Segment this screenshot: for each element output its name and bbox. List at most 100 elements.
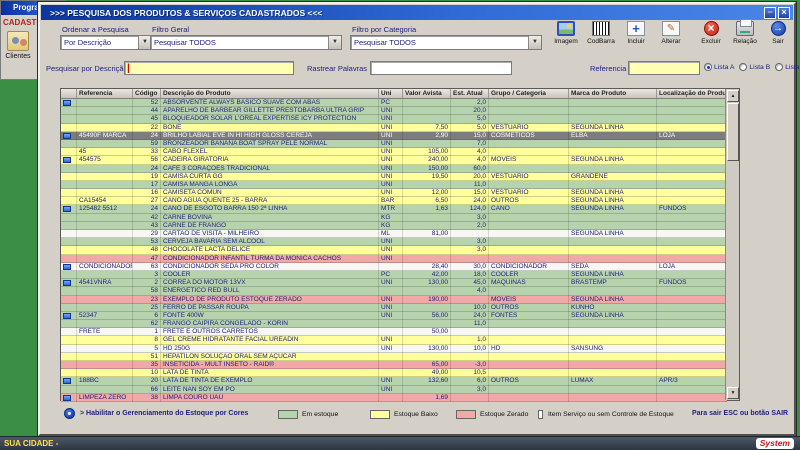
table-row[interactable]: 44 APARELHO DE BARBEAR GILLETTE PRESTOBAR… [61,107,727,116]
window-titlebar[interactable]: >>> PESQUISA DOS PRODUTOS & SERVIÇOS CAD… [41,5,793,20]
legend-em-estoque-label: Em estoque [302,411,339,418]
table-row[interactable]: 53 CERVEJA BAVARIA SEM ALCOOL UNI 3,0 [61,238,727,247]
alterar-button[interactable]: Alterar [655,21,687,58]
sair-button[interactable]: Sair [762,21,794,58]
cell-desc: CARNE BOVINA [161,213,379,222]
table-row[interactable]: 48 CHOCOLATE LACTA DELICE UNI 3,0 [61,246,727,255]
table-row[interactable]: 59 BRONZEADOR BANANA BOAT SPRAY PELE NORM… [61,139,727,149]
table-row[interactable]: 52 ABSORVENTE ALWAYS BASICO SUAVE COM ABA… [61,99,727,108]
cell-mar [569,139,657,149]
imagem-button[interactable]: Imagem [550,21,582,58]
table-row[interactable]: 17 CAMISA MANGA LONGA UNI 11,0 [61,180,727,190]
pesquisar-descricao-input[interactable] [124,61,294,75]
table-row[interactable]: 16 CAMISETA COMUN UNI 12,00 15,0 VESTUARIO SEG… [61,189,727,198]
cell-est: -3,0 [451,361,489,370]
table-row[interactable]: 10 LATA DE TINTA 49,00 10,5 [61,369,727,378]
radio-lista-b[interactable]: Lista B [739,63,770,71]
rastrear-input[interactable] [370,61,512,75]
table-row[interactable]: 125482 5512 24 CANO DE ESGOTO BARRA 150 2ª… [61,205,727,214]
codbarra-button[interactable]: CodBarra [585,21,617,58]
cell-desc: BRILHO LABIAL EVE IN HI HIGH GLOSS CEREJ… [161,131,379,140]
close-button[interactable]: × [778,6,790,19]
table-row[interactable]: CONDICIONADOR 63 CONDICIONADOR SEDA PRO CO… [61,262,727,271]
table-row[interactable]: 45 BLOQUEADOR SOLAR L'ORÉAL EXPERTISE ICY… [61,115,727,124]
cell-grp [489,393,569,402]
cell-desc: CARNE DE FRANGO [161,221,379,230]
filtro-geral-combo[interactable]: Pesquisar TODOS ▼ [150,35,342,50]
cell-loc [657,139,727,149]
ordenar-combo[interactable]: Por Descrição ▼ [60,35,152,50]
cell-ref [77,369,133,378]
table-row[interactable]: 188BC 20 LATA DE TINTA DE EXEMPLO UNI 132,60… [61,377,727,386]
cell-uni: UNI [379,139,403,149]
table-row[interactable]: 66 LEITE NAN SOY EM PO UNI 3,0 [61,385,727,394]
cell-desc: ENERGETICO RED BULL [161,287,379,296]
cell-grp: OUTROS [489,303,569,312]
table-row[interactable]: 19 CAMISA CURTA GG UNI 19,50 20,0 VESTUARIO GR… [61,172,727,181]
table-row[interactable]: 4541VNRA 2 CORREA DO MOTOR 13VX UNI 130,00 45… [61,279,727,288]
radio-icon [739,63,748,71]
table-row[interactable]: 52347 6 FONTE 400W UNI 56,00 24,0 FONTES SEGUND… [61,311,727,321]
table-row[interactable]: 42 CARNE BOVINA KG 3,0 [61,213,727,222]
column-header-icon [61,89,77,98]
table-row[interactable]: 58 ENERGETICO RED BULL 4,0 [61,287,727,296]
table-row[interactable]: 47 CONDICIONADOR INFANTIL TURMA DA MÔNICA… [61,254,727,263]
relacao-button-label: Relação [733,38,757,45]
stock-colors-toggle-icon[interactable] [64,408,75,419]
status-city-label: SUA CIDADE - [4,439,59,448]
table-row[interactable]: 45490F MARCA 24 BRILHO LABIAL EVE IN HI HI… [61,131,727,140]
clientes-shortcut[interactable]: Clientes [4,31,32,60]
cell-grp: VESTUARIO [489,123,569,132]
cell-grp: MAQUINAS [489,279,569,288]
excluir-button[interactable]: Excluir [695,21,727,58]
table-row[interactable]: CA15454 27 CANO AGUA QUENTE 25 - BARRA BAR 6… [61,197,727,206]
table-row[interactable]: 45 33 CABO FLEXEL UNI 105,00 4,0 [61,148,727,157]
table-row[interactable]: 22 BONE UNI 7,50 5,0 VESTUARIO SEGUNDA LINHA [61,123,727,132]
cell-ref: 125482 5512 [77,205,133,214]
cell-mar [569,287,657,296]
row-image-icon [61,279,77,288]
scroll-thumb[interactable] [727,103,739,161]
table-row[interactable]: 5 HD 250G UNI 130,00 10,0 HD SANSUNG [61,344,727,353]
table-row[interactable]: 43 CARNE DE FRANGO KG 2,0 [61,221,727,230]
cell-desc: FONTE 400W [161,311,379,321]
referencia-input[interactable] [628,61,700,75]
table-row[interactable]: 3 COOLER PC 42,00 18,0 COOLER SEGUNDA LINHA [61,270,727,280]
cell-val: 130,00 [403,344,451,353]
cell-loc [657,156,727,165]
table-row[interactable]: 23 EXEMPLO DE PRODUTO ESTOQUE ZERADO UNI 19… [61,295,727,304]
cell-uni: UNI [379,303,403,312]
cell-ref: 45490F MARCA [77,131,133,140]
radio-lista-a[interactable]: Lista A [704,63,734,71]
table-row[interactable]: 25 FERRO DE PASSAR ROUPA UNI 10,0 OUTROS KUNH… [61,303,727,312]
cell-est [451,295,489,304]
filtro-categoria-combo[interactable]: Pesquisar TODOS ▼ [350,35,542,50]
table-row[interactable]: 8 GEL CREME HIDRATANTE FACIAL UREADIN UNI 1… [61,336,727,345]
table-row[interactable]: LIMPEZA ZERO 38 LIMPA COURO UAU 1,69 [61,393,727,402]
incluir-button[interactable]: Incluir [620,21,652,58]
relacao-button[interactable]: Relação [729,19,761,58]
cell-est [451,254,489,263]
minimize-button[interactable]: − [764,6,776,19]
cell-loc [657,238,727,247]
table-row[interactable]: 29 CARTAO DE VISITA - MILHEIRO ML 81,00 SEGU… [61,230,727,239]
cell-desc: LATA DE TINTA DE EXEMPLO [161,377,379,386]
table-scrollbar[interactable]: ▲ ▼ [725,89,739,400]
scroll-down-icon[interactable]: ▼ [727,387,739,399]
cell-val: 28,40 [403,262,451,271]
cell-uni: UNI [379,344,403,353]
scroll-up-icon[interactable]: ▲ [727,90,739,102]
radio-lista-c[interactable]: Lista C [775,63,800,71]
cell-uni: UNI [379,180,403,190]
table-row[interactable]: 454575 56 CADEIRA GIRATORIA UNI 240,00 4,0 MÓV… [61,156,727,165]
cell-desc: CABO FLEXEL [161,148,379,157]
cell-val [403,254,451,263]
table-row[interactable]: FRETE 1 FRETE E OUTROS CARRETOS 50,00 [61,328,727,337]
table-row[interactable]: 51 HEPATILON SOLUÇÃO ORAL SEM AÇUCAR [61,352,727,361]
row-image-icon [61,99,77,108]
chevron-down-icon: ▼ [328,36,341,49]
cell-desc: LEITE NAN SOY EM PO [161,385,379,394]
table-row[interactable]: 35 INSETICIDA - MULT INSETO - RAID® 65,00-… [61,361,727,370]
table-row[interactable]: 24 CAFE 3 CORAÇÕES TRADICIONAL UNI 150,00 60… [61,164,727,173]
table-row[interactable]: 62 FRANGO CAIPIRA CONGELADO - KORIN 11,0 [61,320,727,329]
